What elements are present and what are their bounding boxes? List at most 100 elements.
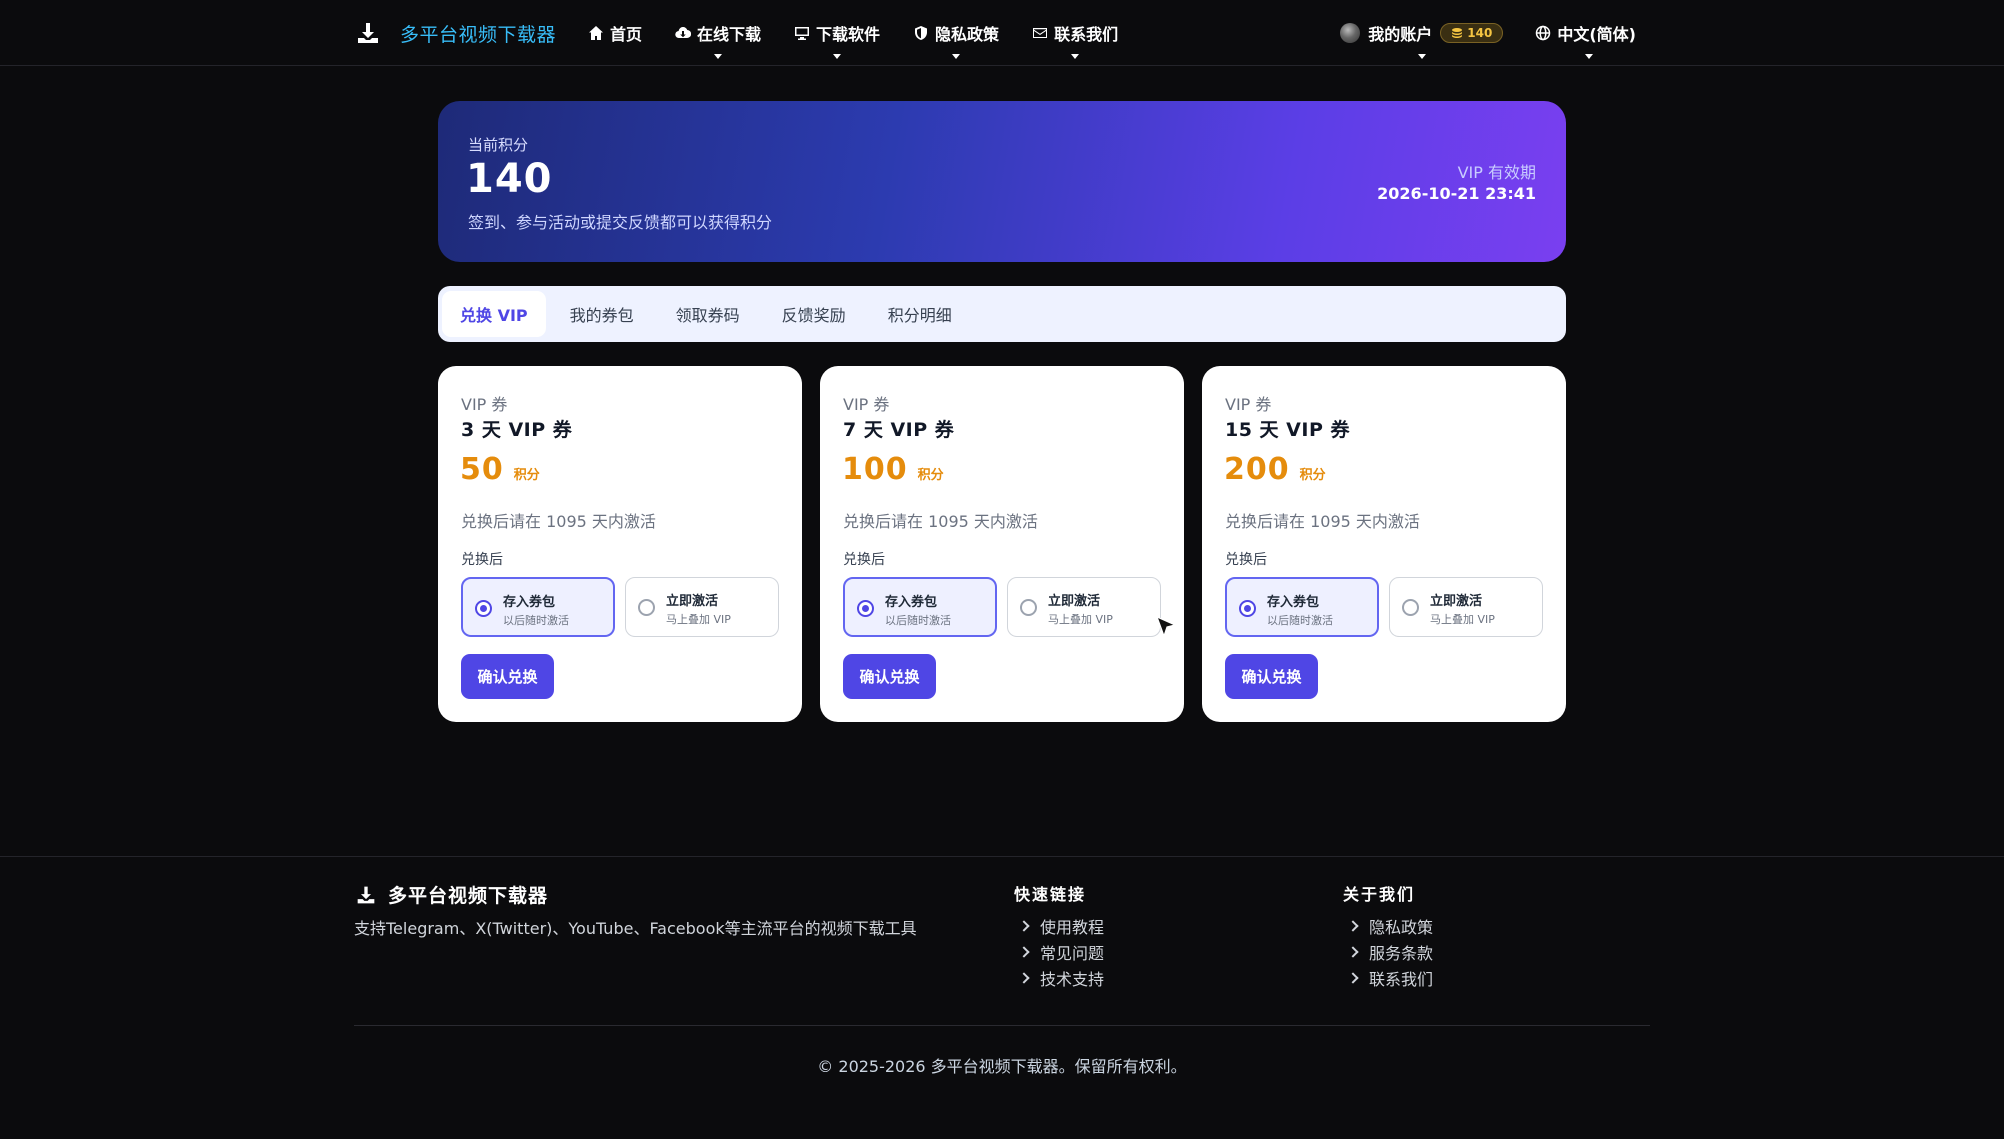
nav-right: 我的账户 140 中文(简体) <box>1340 20 1636 59</box>
nav-item-contact[interactable]: 联系我们 <box>1032 21 1119 59</box>
card-type: VIP 券 <box>1225 395 1272 414</box>
language-selector[interactable]: 中文(简体) <box>1535 21 1636 59</box>
envelope-icon <box>1033 28 1048 38</box>
tab-redeem-vip[interactable]: 兑换 VIP <box>442 291 546 337</box>
footer-column-title: 关于我们 <box>1343 885 1416 904</box>
brand-link[interactable]: 多平台视频下载器 <box>356 18 556 48</box>
option-title: 立即激活 <box>1430 594 1483 609</box>
top-navbar: 多平台视频下载器 首页 在线下载 下载软件 隐私政策 联系我们 我的账户 140… <box>0 0 2004 66</box>
radio-unselected[interactable] <box>1402 599 1419 616</box>
mouse-cursor-icon <box>1155 615 1177 638</box>
option-activate-now[interactable]: 立即激活 马上叠加 VIP <box>1389 577 1543 637</box>
nav-item-label: 联系我们 <box>1054 25 1119 44</box>
card-cost: 50 积分 <box>460 452 540 487</box>
confirm-redeem-button[interactable]: 确认兑换 <box>843 654 936 699</box>
confirm-redeem-button[interactable]: 确认兑换 <box>1225 654 1318 699</box>
footer-link-tutorial[interactable]: 使用教程 <box>1018 913 1104 939</box>
after-redeem-label: 兑换后 <box>1225 552 1267 568</box>
card-title: 15 天 VIP 券 <box>1225 419 1350 441</box>
points-summary-card: 当前积分 140 签到、参与活动或提交反馈都可以获得积分 VIP 有效期 202… <box>438 101 1566 262</box>
option-activate-now[interactable]: 立即激活 马上叠加 VIP <box>1007 577 1161 637</box>
chevron-down-icon <box>1418 54 1427 59</box>
chevron-right-icon <box>1018 972 1030 984</box>
option-subtitle: 以后随时激活 <box>1267 614 1333 627</box>
footer-brand: 多平台视频下载器 <box>356 881 548 908</box>
after-redeem-label: 兑换后 <box>843 552 885 568</box>
after-redeem-label: 兑换后 <box>461 552 503 568</box>
card-cost: 200 积分 <box>1224 452 1326 487</box>
option-activate-now[interactable]: 立即激活 马上叠加 VIP <box>625 577 779 637</box>
home-icon <box>589 26 603 40</box>
card-title: 3 天 VIP 券 <box>461 419 573 441</box>
footer-link-support[interactable]: 技术支持 <box>1018 965 1105 991</box>
option-subtitle: 马上叠加 VIP <box>666 613 731 626</box>
copyright: © 2025-2026 多平台视频下载器。保留所有权利。 <box>817 1057 1187 1076</box>
tab-my-coupons[interactable]: 我的券包 <box>552 291 652 337</box>
vip-coupon-card: VIP 券 3 天 VIP 券 50 积分 兑换后请在 1095 天内激活 兑换… <box>438 366 802 722</box>
tab-feedback-reward[interactable]: 反馈奖励 <box>764 291 864 337</box>
option-subtitle: 马上叠加 VIP <box>1430 613 1495 626</box>
chevron-down-icon <box>1071 54 1080 59</box>
vip-coupon-card: VIP 券 7 天 VIP 券 100 积分 兑换后请在 1095 天内激活 兑… <box>820 366 1184 722</box>
footer-link-contact[interactable]: 联系我们 <box>1347 965 1434 991</box>
footer-link-label: 常见问题 <box>1040 944 1105 963</box>
chevron-right-icon <box>1347 972 1359 984</box>
radio-selected[interactable] <box>1239 600 1256 617</box>
option-title: 立即激活 <box>666 594 719 609</box>
account-menu[interactable]: 我的账户 140 <box>1340 21 1504 59</box>
nav-item-label: 在线下载 <box>697 25 762 44</box>
cost-value: 100 <box>842 452 908 487</box>
radio-unselected[interactable] <box>638 599 655 616</box>
footer-description: 支持Telegram、X(Twitter)、YouTube、Facebook等主… <box>354 919 917 938</box>
coins-icon <box>1452 28 1463 38</box>
footer-column-title: 快速链接 <box>1014 885 1087 904</box>
footer-divider <box>354 1025 1650 1026</box>
option-save-to-wallet[interactable]: 存入券包 以后随时激活 <box>461 577 615 637</box>
option-subtitle: 以后随时激活 <box>885 614 951 627</box>
tab-bar: 兑换 VIP 我的券包 领取券码 反馈奖励 积分明细 <box>438 286 1566 342</box>
desktop-icon <box>795 27 810 40</box>
radio-selected[interactable] <box>475 600 492 617</box>
vip-expiry-label: VIP 有效期 <box>1457 163 1536 182</box>
footer-quick-links: 快速链接 使用教程 常见问题 技术支持 <box>1014 881 1104 991</box>
current-points-label: 当前积分 <box>468 136 529 154</box>
chevron-right-icon <box>1347 920 1359 932</box>
footer-link-faq[interactable]: 常见问题 <box>1018 939 1105 965</box>
nav-item-software[interactable]: 下载软件 <box>794 21 880 59</box>
card-description: 兑换后请在 1095 天内激活 <box>843 512 1038 531</box>
nav-item-online-download[interactable]: 在线下载 <box>675 21 762 59</box>
cost-unit: 积分 <box>1299 468 1326 483</box>
option-save-to-wallet[interactable]: 存入券包 以后随时激活 <box>1225 577 1379 637</box>
footer-link-label: 技术支持 <box>1040 970 1105 989</box>
radio-selected[interactable] <box>857 600 874 617</box>
radio-unselected[interactable] <box>1020 599 1037 616</box>
current-points-value: 140 <box>466 156 553 202</box>
footer-brand-name: 多平台视频下载器 <box>388 885 549 907</box>
confirm-redeem-button[interactable]: 确认兑换 <box>461 654 554 699</box>
option-save-to-wallet[interactable]: 存入券包 以后随时激活 <box>843 577 997 637</box>
globe-icon <box>1536 25 1551 41</box>
points-hint: 签到、参与活动或提交反馈都可以获得积分 <box>468 213 773 232</box>
footer-about: 关于我们 隐私政策 服务条款 联系我们 <box>1343 881 1433 991</box>
chevron-right-icon <box>1018 946 1030 958</box>
account-label: 我的账户 <box>1368 25 1433 44</box>
card-description: 兑换后请在 1095 天内激活 <box>1225 512 1420 531</box>
footer-link-label: 联系我们 <box>1369 970 1434 989</box>
vip-coupon-card: VIP 券 15 天 VIP 券 200 积分 兑换后请在 1095 天内激活 … <box>1202 366 1566 722</box>
footer-link-label: 服务条款 <box>1369 944 1434 963</box>
avatar <box>1340 23 1361 43</box>
option-subtitle: 马上叠加 VIP <box>1048 613 1113 626</box>
option-subtitle: 以后随时激活 <box>503 614 569 627</box>
brand-name: 多平台视频下载器 <box>400 23 557 46</box>
main-menu: 首页 在线下载 下载软件 隐私政策 联系我们 <box>588 20 1119 59</box>
tab-points-history[interactable]: 积分明细 <box>870 291 970 337</box>
option-title: 存入券包 <box>503 595 556 610</box>
option-title: 存入券包 <box>885 595 938 610</box>
footer-link-terms[interactable]: 服务条款 <box>1347 939 1434 965</box>
footer-link-privacy[interactable]: 隐私政策 <box>1347 913 1433 939</box>
language-label: 中文(简体) <box>1557 25 1636 44</box>
tab-claim-code[interactable]: 领取券码 <box>658 291 758 337</box>
nav-item-home[interactable]: 首页 <box>588 21 642 45</box>
nav-item-privacy[interactable]: 隐私政策 <box>913 21 999 59</box>
shield-icon <box>915 26 928 40</box>
